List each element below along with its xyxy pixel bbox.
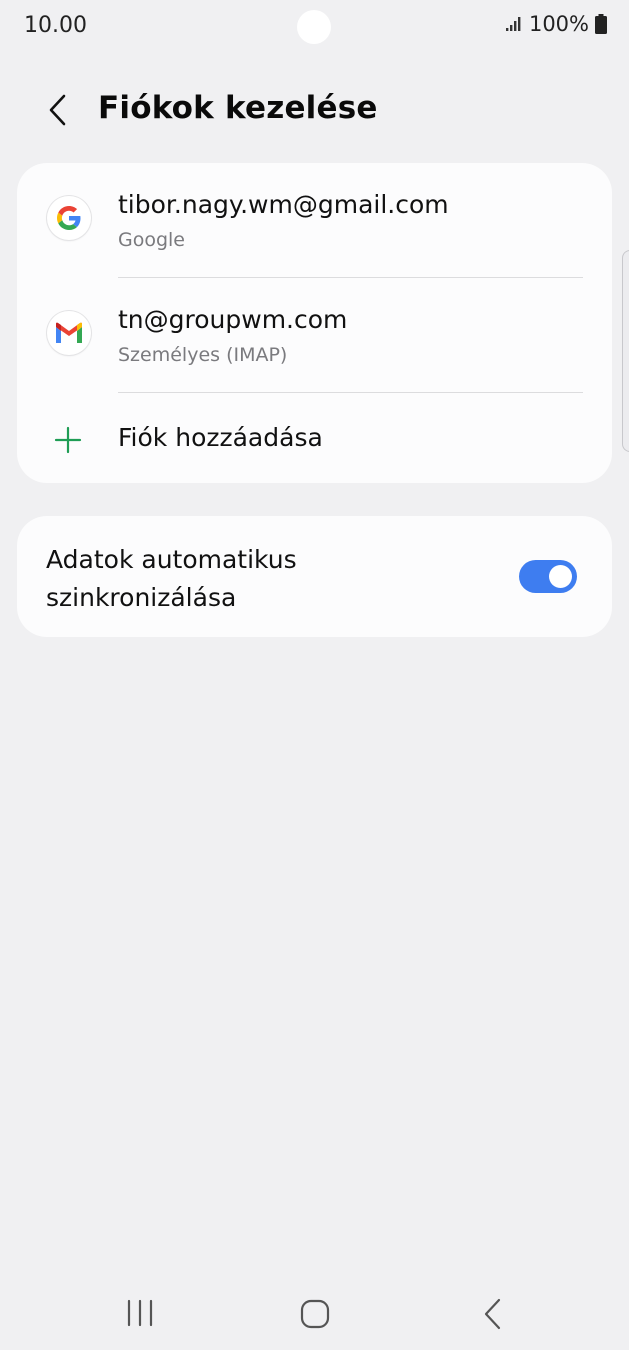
sync-toggle[interactable] <box>519 560 577 593</box>
sync-card[interactable]: Adatok automatikus szinkronizálása <box>17 516 612 637</box>
plus-icon <box>54 426 82 454</box>
signal-icon <box>505 17 521 31</box>
home-icon[interactable] <box>298 1297 332 1331</box>
nav-back-icon[interactable] <box>478 1296 508 1332</box>
edge-panel-handle[interactable] <box>622 250 629 452</box>
sync-label: Adatok automatikus szinkronizálása <box>46 545 297 612</box>
account-email: tn@groupwm.com <box>118 305 348 334</box>
status-time: 10.00 <box>24 13 87 38</box>
accounts-card: tibor.nagy.wm@gmail.com Google tn@groupw… <box>17 163 612 483</box>
battery-icon <box>595 14 607 34</box>
toggle-knob <box>549 565 572 588</box>
recents-icon[interactable] <box>120 1298 160 1328</box>
status-indicators: 100% <box>505 12 607 36</box>
account-item-imap[interactable]: tn@groupwm.com Személyes (IMAP) <box>17 278 612 392</box>
battery-percentage: 100% <box>528 12 589 36</box>
add-account-label: Fiók hozzáadása <box>118 423 323 452</box>
status-bar: 10.00 100% <box>0 0 629 54</box>
back-icon[interactable] <box>38 90 78 130</box>
navigation-bar <box>0 1280 629 1350</box>
page-title: Fiókok kezelése <box>98 90 378 126</box>
account-type: Google <box>118 229 186 251</box>
account-email: tibor.nagy.wm@gmail.com <box>118 190 449 219</box>
account-item-google[interactable]: tibor.nagy.wm@gmail.com Google <box>17 163 612 277</box>
header: Fiókok kezelése <box>0 80 629 140</box>
add-account-button[interactable]: Fiók hozzáadása <box>17 393 612 483</box>
gmail-icon <box>47 311 91 355</box>
account-type: Személyes (IMAP) <box>118 344 288 366</box>
camera-cutout <box>297 10 331 44</box>
google-icon <box>47 196 91 240</box>
